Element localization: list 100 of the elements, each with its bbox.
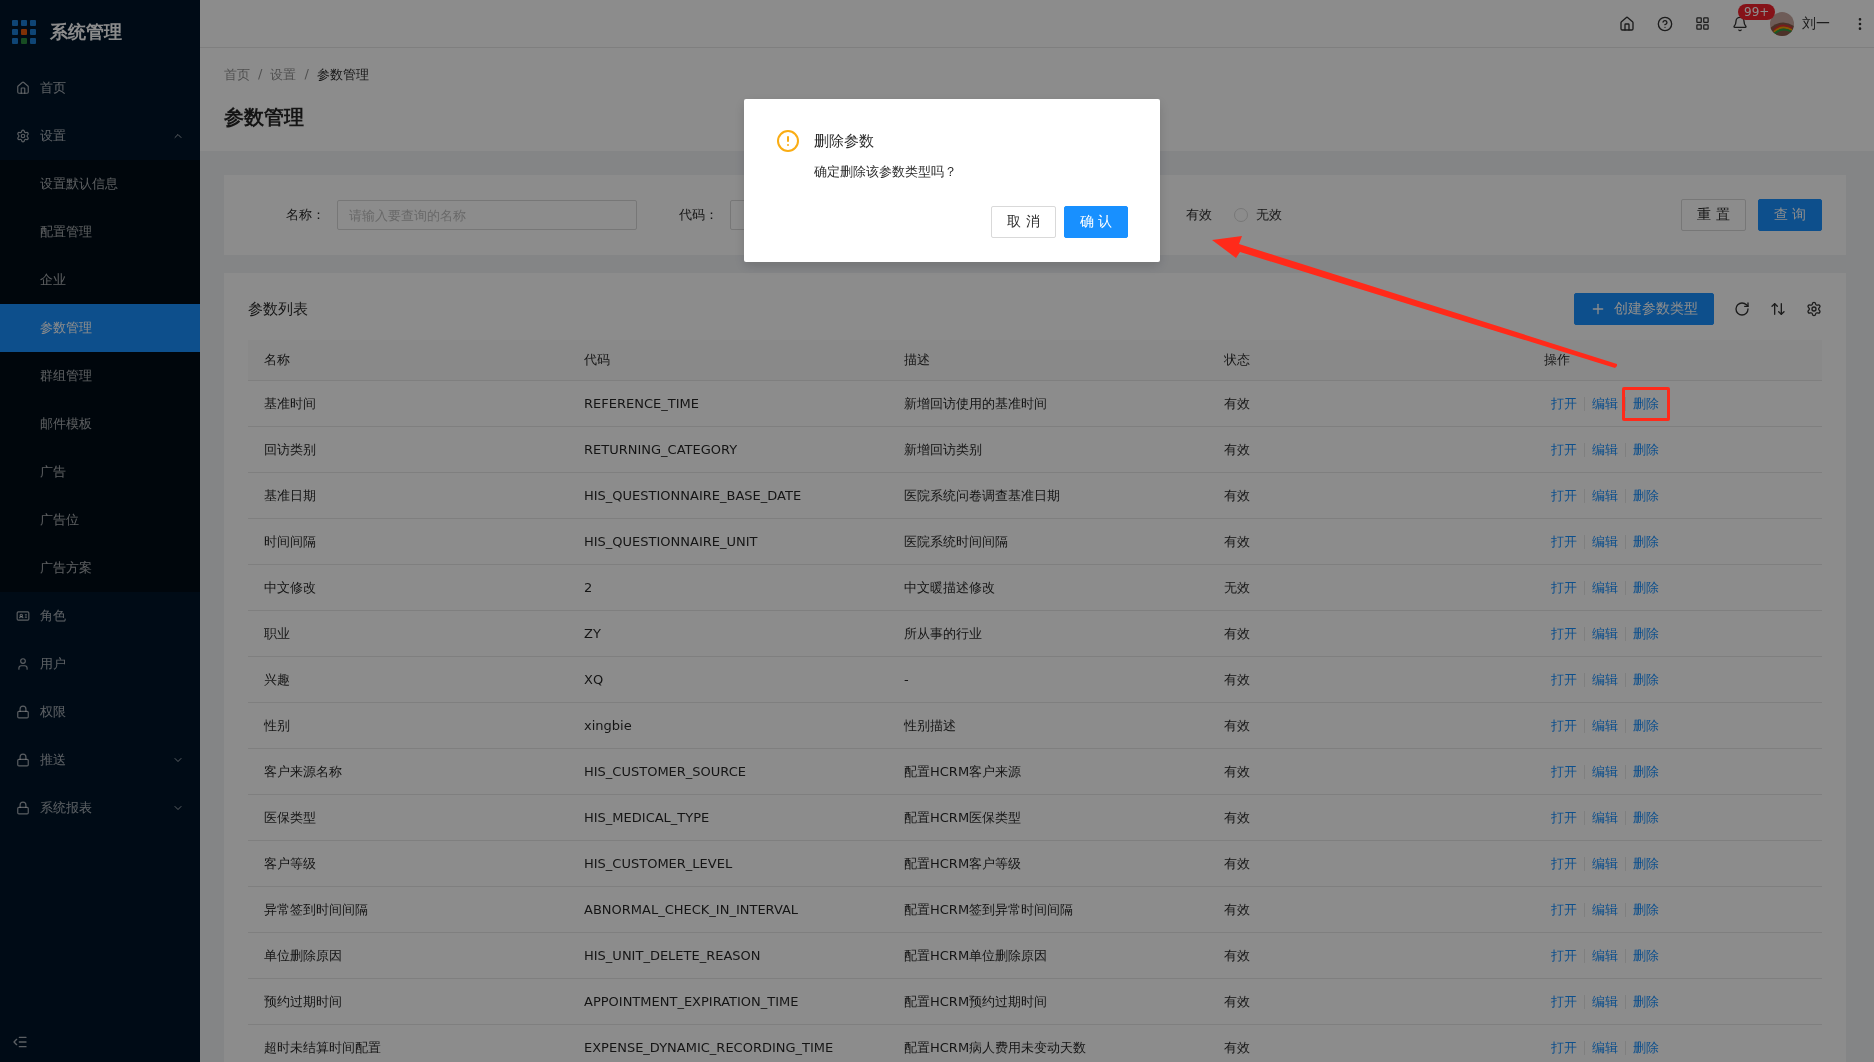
action-link[interactable]: 删除 <box>1626 716 1666 735</box>
radio-label[interactable]: 有效 <box>1186 206 1212 224</box>
table-cell: 医院系统时间间隔 <box>888 519 1208 565</box>
create-button[interactable]: 创建参数类型 <box>1574 293 1714 325</box>
action-link[interactable]: 删除 <box>1626 946 1666 965</box>
action-link[interactable]: 删除 <box>1626 808 1666 827</box>
sidebar-item[interactable]: 角色 <box>0 592 200 640</box>
action-link[interactable]: 删除 <box>1626 854 1666 873</box>
action-link[interactable]: 删除 <box>1626 900 1666 919</box>
submenu-item[interactable]: 参数管理 <box>0 304 200 352</box>
action-link[interactable]: 删除 <box>1626 992 1666 1011</box>
table-cell: ABNORMAL_CHECK_IN_INTERVAL <box>568 887 888 933</box>
table-cell: 配置HCRM单位删除原因 <box>888 933 1208 979</box>
action-link[interactable]: 删除 <box>1626 578 1666 597</box>
sidebar-item[interactable]: 权限 <box>0 688 200 736</box>
action-link[interactable]: 打开 <box>1544 532 1584 551</box>
table-cell: 兴趣 <box>248 657 568 703</box>
sidebar-item[interactable]: 用户 <box>0 640 200 688</box>
action-link[interactable]: 打开 <box>1544 486 1584 505</box>
density-icon[interactable] <box>1770 301 1786 317</box>
action-link[interactable]: 打开 <box>1544 808 1584 827</box>
confirm-button[interactable]: 确 认 <box>1063 206 1128 238</box>
action-link[interactable]: 编辑 <box>1585 762 1625 781</box>
action-link[interactable]: 打开 <box>1544 900 1584 919</box>
field-label: 代码： <box>679 206 718 224</box>
table-cell: 无效 <box>1208 565 1528 611</box>
breadcrumb-item[interactable]: 设置 <box>270 66 297 84</box>
table-cell: 医保类型 <box>248 795 568 841</box>
breadcrumb-item: 参数管理 <box>316 66 369 84</box>
action-link[interactable]: 打开 <box>1544 992 1584 1011</box>
table-cell: 配置HCRM预约过期时间 <box>888 979 1208 1025</box>
action-link[interactable]: 删除 <box>1626 670 1666 689</box>
table-cell: 客户来源名称 <box>248 749 568 795</box>
action-link[interactable]: 打开 <box>1544 762 1584 781</box>
sidebar-item[interactable]: 系统报表 <box>0 784 200 832</box>
table-cell: 新增回访类别 <box>888 427 1208 473</box>
apps-icon[interactable] <box>1695 16 1710 31</box>
table-cell: 配置HCRM客户来源 <box>888 749 1208 795</box>
action-link[interactable]: 编辑 <box>1585 854 1625 873</box>
action-link[interactable]: 删除 <box>1626 394 1666 413</box>
action-link[interactable]: 打开 <box>1544 578 1584 597</box>
help-icon[interactable] <box>1657 15 1673 32</box>
table-cell: 配置HCRM病人费用未变动天数 <box>888 1025 1208 1062</box>
action-link[interactable]: 打开 <box>1544 670 1584 689</box>
table-cell: HIS_QUESTIONNAIRE_UNIT <box>568 519 888 565</box>
action-link[interactable]: 编辑 <box>1585 670 1625 689</box>
plus-icon <box>1590 301 1606 317</box>
user-name[interactable]: 刘一 <box>1802 14 1830 33</box>
table-cell: 有效 <box>1208 381 1528 427</box>
action-link[interactable]: 打开 <box>1544 394 1584 413</box>
table-cell: HIS_MEDICAL_TYPE <box>568 795 888 841</box>
action-link[interactable]: 删除 <box>1626 486 1666 505</box>
table-cell: HIS_UNIT_DELETE_REASON <box>568 933 888 979</box>
action-link[interactable]: 删除 <box>1626 1038 1666 1057</box>
action-link[interactable]: 打开 <box>1544 854 1584 873</box>
reset-button[interactable]: 重 置 <box>1681 199 1746 231</box>
sidebar-item[interactable]: 首页 <box>0 64 200 112</box>
action-link[interactable]: 编辑 <box>1585 992 1625 1011</box>
action-link[interactable]: 编辑 <box>1585 440 1625 459</box>
action-link[interactable]: 编辑 <box>1585 486 1625 505</box>
breadcrumb-separator: / <box>304 66 309 83</box>
table-cell: 预约过期时间 <box>248 979 568 1025</box>
action-link[interactable]: 编辑 <box>1585 1038 1625 1057</box>
table-cell: 有效 <box>1208 473 1528 519</box>
page-title: 参数管理 <box>224 104 305 131</box>
table-cell: 回访类别 <box>248 427 568 473</box>
query-button[interactable]: 查 询 <box>1757 199 1822 231</box>
refresh-icon[interactable] <box>1734 301 1750 317</box>
action-link[interactable]: 编辑 <box>1585 532 1625 551</box>
action-link[interactable]: 编辑 <box>1585 394 1625 413</box>
action-link[interactable]: 打开 <box>1544 440 1584 459</box>
action-link[interactable]: 删除 <box>1626 762 1666 781</box>
radio-label[interactable]: 无效 <box>1256 206 1282 224</box>
action-link[interactable]: 打开 <box>1544 1038 1584 1057</box>
action-link[interactable]: 编辑 <box>1585 808 1625 827</box>
action-link[interactable]: 编辑 <box>1585 900 1625 919</box>
settings-icon[interactable] <box>1806 301 1822 317</box>
action-link[interactable]: 删除 <box>1626 532 1666 551</box>
action-link[interactable]: 删除 <box>1626 440 1666 459</box>
action-link[interactable]: 编辑 <box>1585 578 1625 597</box>
dialog-title: 删除参数 <box>814 131 874 151</box>
table-cell: 2 <box>568 565 888 611</box>
sidebar-item[interactable]: 推送 <box>0 736 200 784</box>
action-link[interactable]: 打开 <box>1544 624 1584 643</box>
action-link[interactable]: 编辑 <box>1585 624 1625 643</box>
action-link[interactable]: 编辑 <box>1585 716 1625 735</box>
table-cell: 性别描述 <box>888 703 1208 749</box>
bell-icon[interactable] <box>1732 15 1748 32</box>
table-cell: REFERENCE_TIME <box>568 381 888 427</box>
table-cell: 有效 <box>1208 887 1528 933</box>
home-icon[interactable] <box>1619 15 1635 32</box>
sidebar-item[interactable]: 设置 <box>0 112 200 160</box>
action-link[interactable]: 编辑 <box>1585 946 1625 965</box>
action-link[interactable]: 删除 <box>1626 624 1666 643</box>
table-cell: 有效 <box>1208 703 1528 749</box>
table-cell: 配置HCRM医保类型 <box>888 795 1208 841</box>
action-link[interactable]: 打开 <box>1544 946 1584 965</box>
table-cell: XQ <box>568 657 888 703</box>
action-link[interactable]: 打开 <box>1544 716 1584 735</box>
cancel-button[interactable]: 取 消 <box>991 206 1056 238</box>
